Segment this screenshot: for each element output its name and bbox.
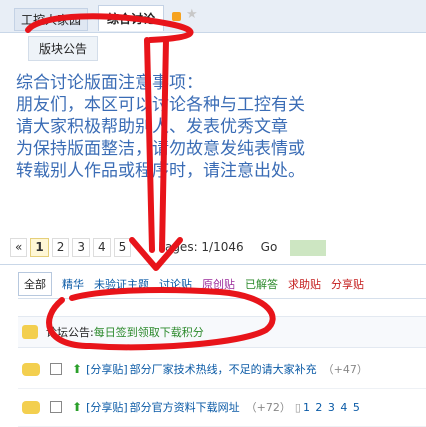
divider [0, 264, 426, 265]
filter-digest[interactable]: 精华 [62, 276, 84, 292]
page-2-button[interactable]: 2 [51, 238, 70, 257]
page-3-button[interactable]: 3 [72, 238, 90, 257]
thread-title[interactable]: 部分厂家技术热线，不足的请大家补充 [130, 361, 317, 377]
filter-all[interactable]: 全部 [18, 272, 52, 296]
thread-page-links[interactable]: 1 2 3 4 5 [303, 401, 361, 414]
thread-checkbox[interactable] [50, 401, 62, 413]
thread-row: ⬆ [分享贴] 部分官方资料下载网址 （+72） ▯ 1 2 3 4 5 [18, 388, 426, 427]
filter-original[interactable]: 原创贴 [202, 276, 235, 292]
page-5-button[interactable]: 5 [113, 238, 132, 257]
go-label: Go [260, 240, 278, 254]
thread-status-icon [22, 362, 40, 376]
filter-share[interactable]: 分享贴 [331, 276, 364, 292]
notice-line: 转载别人作品或程序时，请注意出处。 [16, 161, 305, 181]
thread-filter-bar: 全部 精华 未验证主题 讨论贴 原创贴 已解答 求助贴 分享贴 [18, 270, 426, 299]
thread-title[interactable]: 部分官方资料下载网址 [130, 399, 240, 415]
thread-category[interactable]: [分享贴] [86, 361, 128, 377]
thread-reply-count: （+72） [245, 401, 291, 414]
notice-line: 综合讨论版面注意事项： [16, 73, 203, 93]
star-icon[interactable]: ★ [186, 7, 198, 22]
top-nav-bar: 工控人家园 综合讨论 ★ [0, 0, 426, 33]
thread-reply-count: （+47） [322, 363, 368, 376]
up-arrow-icon: ⬆ [72, 400, 83, 414]
notice-line: 请大家积极帮助别人、发表优秀文章 [16, 117, 288, 137]
thread-category[interactable]: [分享贴] [86, 399, 128, 415]
forum-notice: 综合讨论版面注意事项： 朋友们，本区可以讨论各种与工控有关 请大家积极帮助别人、… [16, 72, 426, 182]
notice-line: 为保持版面整洁，请勿故意发纯表情或 [16, 139, 305, 159]
announcement-link[interactable]: 每日签到领取下载积分 [94, 324, 204, 340]
prev-page-button[interactable]: « [10, 238, 28, 257]
pagination: « 1 2 3 4 5 Pages: 1/1046 Go [10, 238, 327, 257]
page-4-button[interactable]: 4 [92, 238, 111, 257]
page-1-button[interactable]: 1 [30, 238, 49, 257]
filter-discussion[interactable]: 讨论贴 [159, 276, 192, 292]
up-arrow-icon: ⬆ [72, 362, 83, 376]
breadcrumb-forum[interactable]: 综合讨论 [98, 5, 165, 31]
forum-announcement-row: 论坛公告: 每日签到领取下载积分 [18, 316, 426, 348]
thread-status-icon [22, 400, 40, 414]
multipage-icon: ▯ [294, 400, 301, 414]
tab-forum-announcement[interactable]: 版块公告 [28, 36, 99, 61]
notice-line: 朋友们，本区可以讨论各种与工控有关 [16, 95, 305, 115]
breadcrumb-home[interactable]: 工控人家园 [14, 8, 89, 31]
filter-help[interactable]: 求助贴 [288, 276, 321, 292]
thread-row: ⬆ [分享贴] 部分厂家技术热线，不足的请大家补充 （+47） [18, 350, 426, 389]
rss-icon[interactable] [172, 12, 181, 21]
filter-unverified[interactable]: 未验证主题 [94, 276, 149, 292]
filter-answered[interactable]: 已解答 [245, 276, 278, 292]
go-page-input[interactable] [290, 239, 327, 256]
page-count-label: Pages: 1/1046 [158, 240, 244, 254]
thread-checkbox[interactable] [50, 363, 62, 375]
announcement-label: 论坛公告: [46, 326, 94, 339]
announcement-icon [22, 325, 38, 339]
